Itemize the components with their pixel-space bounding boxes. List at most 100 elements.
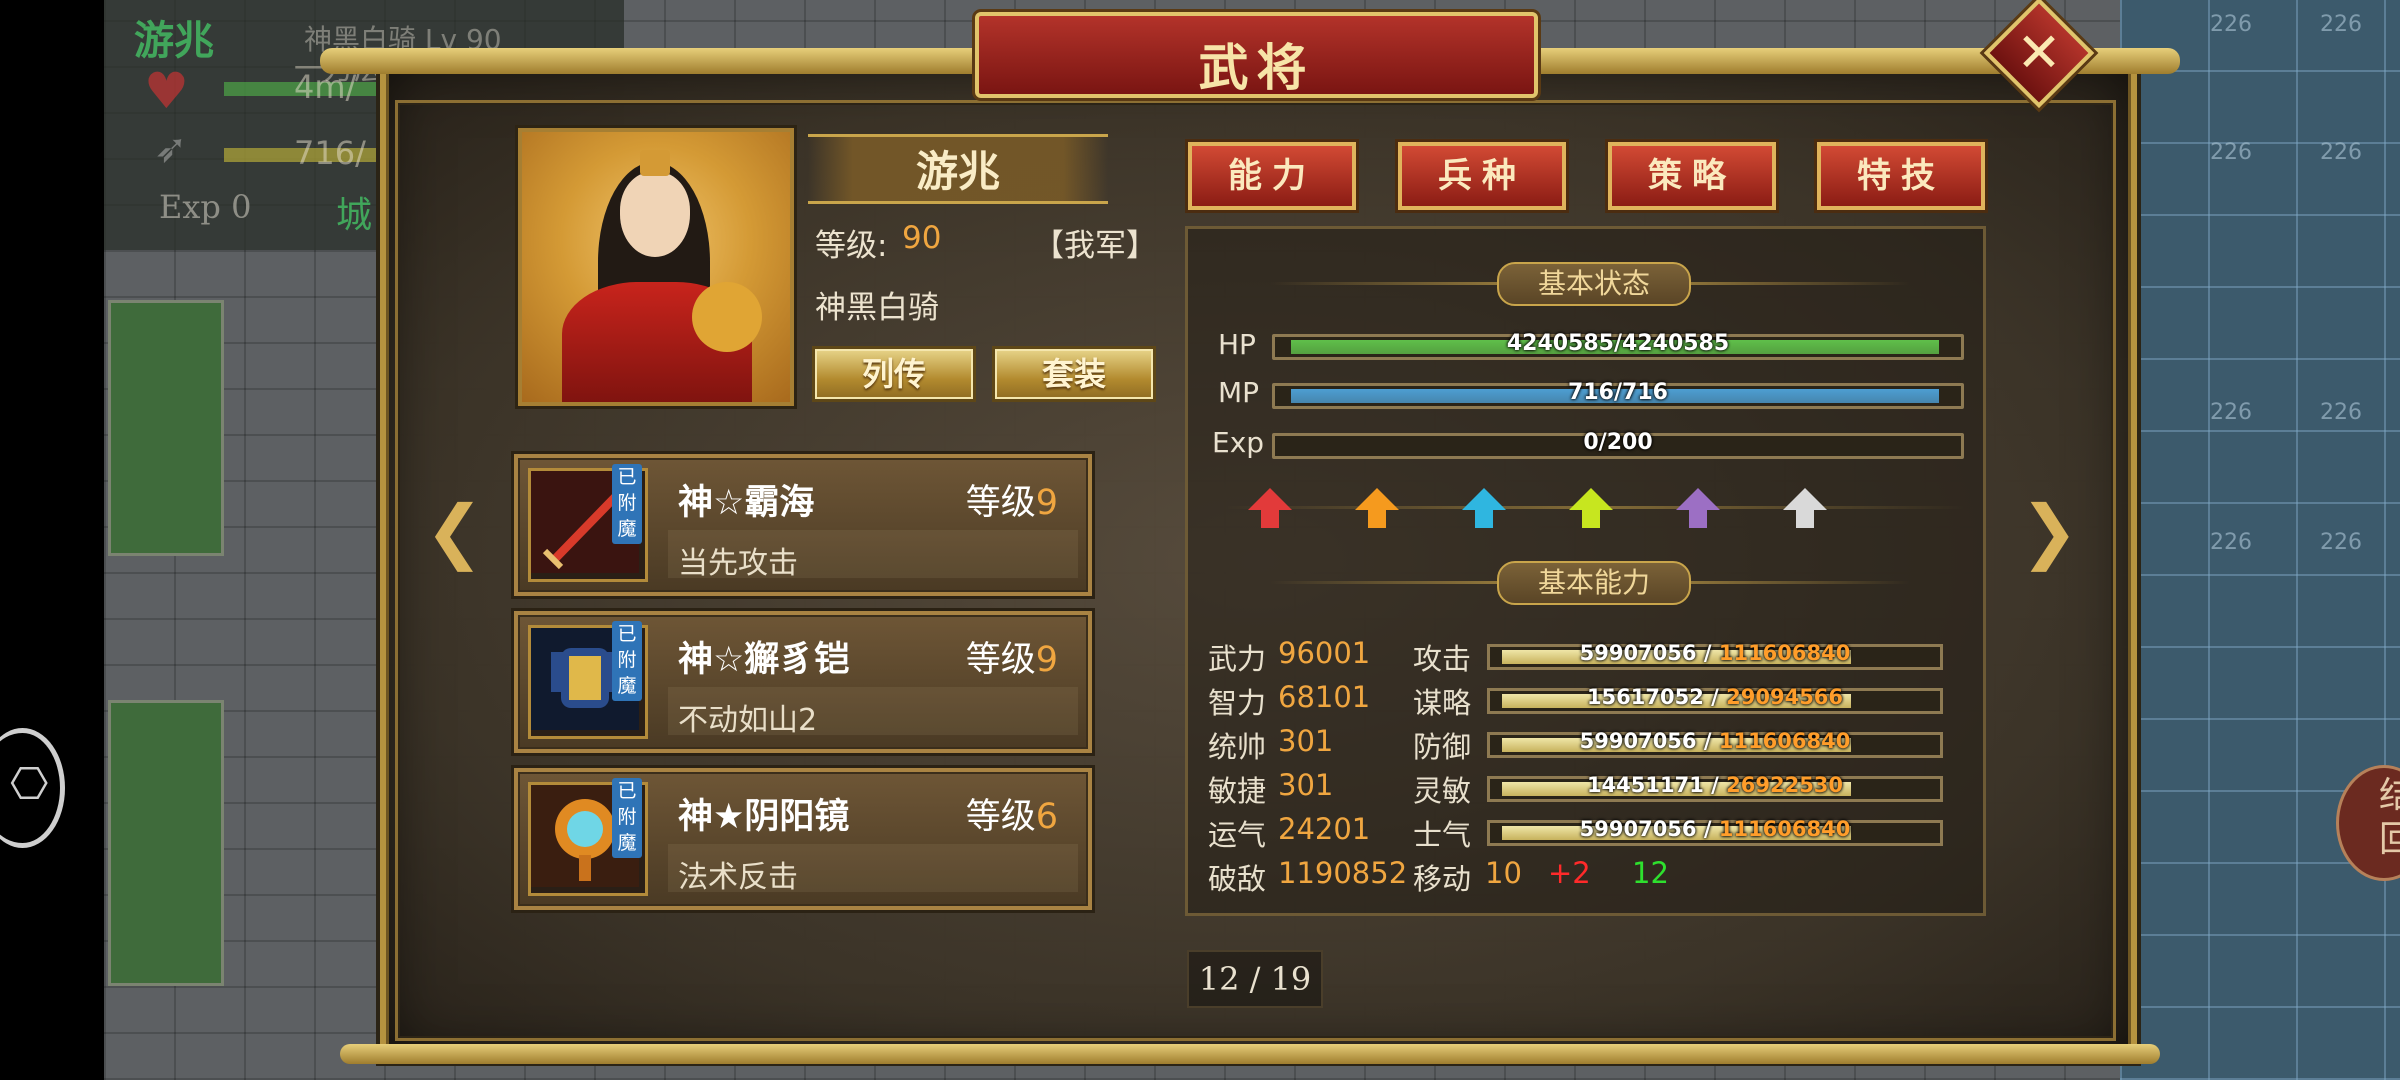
attr-name: 攻击: [1413, 642, 1472, 676]
attr-bar-text: 14451171 / 26922530: [1586, 773, 1844, 797]
tab-ability[interactable]: 能力: [1188, 142, 1356, 210]
map-grass-tile: [108, 300, 224, 556]
attr-max: 111606840: [1718, 641, 1851, 665]
tile-number: 226: [2210, 140, 2252, 165]
dialog-title-plate: 武将: [975, 12, 1538, 98]
cyan-up-arrow-icon: [1462, 488, 1506, 528]
hp-bar: 4240585/4240585: [1272, 331, 1964, 360]
attr-name: 灵敏: [1413, 774, 1472, 808]
suit-button[interactable]: 套装: [992, 346, 1156, 402]
enchanted-tag: 已附魔: [612, 621, 642, 701]
equip-skill: 当先攻击: [678, 546, 798, 581]
next-hero-arrow-icon[interactable]: ❯: [2020, 490, 2079, 572]
yellow-up-arrow-icon: [1569, 488, 1613, 528]
close-icon[interactable]: ✕: [2000, 14, 2078, 92]
attr-max: 29094566: [1726, 685, 1844, 709]
stat-name: 敏捷: [1208, 774, 1267, 808]
attr-current: 14451171: [1586, 773, 1704, 797]
attr-bar-text: 59907056 / 111606840: [1579, 729, 1851, 753]
enchanted-tag: 已附魔: [612, 778, 642, 858]
attr-current: 15617052: [1586, 685, 1704, 709]
attr-name: 防御: [1413, 730, 1472, 764]
attr-current: 59907056: [1579, 641, 1697, 665]
right-side-button-label: 结 回: [2379, 775, 2400, 860]
hero-faction: 【我军】: [1033, 228, 1157, 264]
basic-status-title: 基本状态: [1497, 262, 1691, 306]
attr-bar-text: 59907056 / 111606840: [1579, 641, 1851, 665]
attr-max: 111606840: [1718, 817, 1851, 841]
stat-name: 运气: [1208, 818, 1267, 852]
equip-level: 等级6: [966, 788, 1058, 839]
hud-unit-name: 游兆: [134, 18, 214, 64]
equip-name: 神☆霸海: [678, 483, 815, 523]
equip-level-label: 等级: [965, 483, 1036, 523]
tile-number: 226: [2320, 530, 2362, 555]
hp-label: HP: [1218, 328, 1256, 361]
tab-troops[interactable]: 兵种: [1398, 142, 1566, 210]
equip-level-label: 等级: [965, 640, 1036, 680]
equip-level-value: 6: [1035, 797, 1058, 837]
move-label: 移动: [1413, 862, 1472, 896]
stat-name: 统帅: [1208, 730, 1267, 764]
equip-skill: 不动如山2: [678, 703, 818, 738]
tile-number: 226: [2320, 12, 2362, 37]
attr-bar: 59907056 / 111606840: [1487, 641, 1943, 670]
tile-number: 226: [2210, 400, 2252, 425]
stat-value: 301: [1278, 768, 1334, 802]
stat-value: 24201: [1278, 812, 1371, 846]
exp-bar: 0/200: [1272, 430, 1964, 459]
attr-bar: 59907056 / 111606840: [1487, 817, 1943, 846]
dialog-title: 武将: [1198, 39, 1315, 97]
heart-icon: ♥: [144, 62, 189, 120]
attr-max: 111606840: [1718, 729, 1851, 753]
equip-slot[interactable]: 已附魔 神☆霸海 等级9 当先攻击: [514, 454, 1092, 596]
tab-special-skill[interactable]: 特技: [1817, 142, 1985, 210]
equip-level-value: 9: [1035, 483, 1058, 523]
hero-level-value: 90: [902, 220, 942, 256]
prev-hero-arrow-icon[interactable]: ❮: [425, 490, 484, 572]
pojie-value: 1190852: [1278, 856, 1408, 890]
attr-bar: 14451171 / 26922530: [1487, 773, 1943, 802]
red-up-arrow-icon: [1248, 488, 1292, 528]
white-up-arrow-icon: [1783, 488, 1827, 528]
biography-button[interactable]: 列传: [812, 346, 976, 402]
hero-name: 游兆: [915, 147, 1000, 196]
stat-value: 301: [1278, 724, 1334, 758]
attr-bar: 15617052 / 29094566: [1487, 685, 1943, 714]
equip-slot[interactable]: 已附魔 神☆獬豸铠 等级9 不动如山2: [514, 611, 1092, 753]
equip-level: 等级9: [966, 474, 1058, 525]
feather-icon: ➶: [154, 126, 188, 172]
equip-slot[interactable]: 已附魔 神★阴阳镜 等级6 法术反击: [514, 768, 1092, 910]
mp-bar: 716/716: [1272, 380, 1964, 409]
basic-ability-title: 基本能力: [1497, 561, 1691, 605]
mp-text: 716/716: [1568, 380, 1668, 405]
tab-strategy[interactable]: 策略: [1608, 142, 1776, 210]
attr-bar-text: 59907056 / 111606840: [1579, 817, 1851, 841]
hero-portrait: [518, 128, 794, 406]
move-value: 10: [1485, 856, 1522, 890]
hud-cheng: 城: [336, 195, 373, 236]
mp-label: MP: [1218, 376, 1260, 409]
tile-number: 226: [2320, 400, 2362, 425]
attr-max: 26922530: [1726, 773, 1844, 797]
hud-mp-text: 716/: [294, 134, 366, 172]
move-bonus: +2: [1548, 856, 1591, 890]
page-indicator: 12 / 19: [1187, 950, 1323, 1008]
equip-name: 神☆獬豸铠: [678, 640, 850, 680]
hero-class: 神黑白骑: [815, 290, 939, 326]
equip-level-value: 9: [1035, 640, 1058, 680]
equip-level-label: 等级: [965, 797, 1036, 837]
attr-bar-text: 15617052 / 29094566: [1586, 685, 1844, 709]
tile-number: 226: [2210, 12, 2252, 37]
stat-name: 武力: [1208, 642, 1267, 676]
exp-text: 0/200: [1583, 430, 1653, 455]
side-menu-icon[interactable]: ⎔: [0, 728, 65, 848]
orange-up-arrow-icon: [1355, 488, 1399, 528]
attr-name: 士气: [1413, 818, 1472, 852]
map-grass-tile: [108, 700, 224, 986]
equip-level: 等级9: [966, 631, 1058, 682]
stat-name: 智力: [1208, 686, 1267, 720]
enchanted-tag: 已附魔: [612, 464, 642, 544]
exp-label: Exp: [1212, 426, 1265, 459]
purple-up-arrow-icon: [1676, 488, 1720, 528]
